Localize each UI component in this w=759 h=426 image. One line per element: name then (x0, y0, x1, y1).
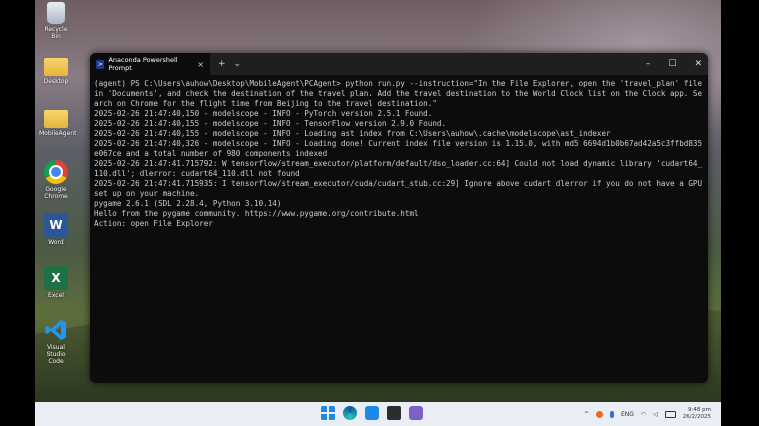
record-icon[interactable] (595, 410, 603, 418)
terminal-line: 2025-02-26 21:47:40,150 - modelscope - I… (94, 109, 433, 118)
desktop-icon-label: Recycle Bin (44, 26, 68, 40)
title-bar[interactable]: > Anaconda Powershell Prompt × + ⌄ – ☐ ✕ (90, 53, 708, 75)
terminal-window[interactable]: > Anaconda Powershell Prompt × + ⌄ – ☐ ✕… (90, 53, 708, 383)
microphone-icon[interactable] (609, 410, 614, 418)
clock-date: 26/2/2025 (682, 414, 711, 420)
terminal-taskbar-icon[interactable] (387, 406, 401, 420)
desktop: Recycle Bin Desktop MobileAgent Google C… (35, 0, 721, 426)
close-button[interactable]: ✕ (694, 59, 702, 69)
desktop-icon-mobileagent-folder[interactable]: MobileAgent (39, 106, 77, 137)
recycle-bin-icon (47, 2, 65, 24)
desktop-icon-recycle-bin[interactable]: Recycle Bin (39, 2, 73, 40)
desktop-icon-label: Desktop (43, 78, 69, 85)
terminal-line: Hello from the pygame community. https:/… (94, 209, 419, 218)
edge-icon[interactable] (343, 406, 357, 420)
vscode-icon (44, 318, 68, 342)
tab-title: Anaconda Powershell Prompt (108, 56, 178, 72)
tab-anaconda-prompt[interactable]: > Anaconda Powershell Prompt × (90, 53, 210, 75)
chrome-icon (44, 160, 68, 184)
desktop-icon-desktop-folder[interactable]: Desktop (39, 54, 73, 85)
desktop-icon-label: Visual Studio Code (46, 344, 66, 365)
system-tray: ^ ENG ◠ ◁ 9:48 pm 26/2/2025 (584, 402, 711, 426)
desktop-icon-word[interactable]: W Word (39, 213, 73, 246)
terminal-line: 2025-02-26 21:47:40,326 - modelscope - I… (94, 139, 703, 158)
desktop-icon-vscode[interactable]: Visual Studio Code (39, 318, 73, 365)
terminal-line: 2025-02-26 21:47:40,155 - modelscope - I… (94, 119, 447, 128)
battery-icon[interactable] (664, 410, 676, 418)
language-indicator[interactable]: ENG (621, 411, 634, 418)
new-tab-button[interactable]: + (218, 59, 226, 69)
desktop-icon-label: Google Chrome (44, 186, 68, 200)
terminal-line: 2025-02-26 21:47:41.715792: W tensorflow… (94, 159, 703, 178)
wifi-icon[interactable]: ◠ (641, 411, 646, 418)
clock[interactable]: 9:48 pm 26/2/2025 (683, 407, 711, 421)
desktop-icon-chrome[interactable]: Google Chrome (39, 160, 73, 200)
tray-chevron-icon[interactable]: ^ (584, 411, 589, 418)
terminal-line: (agent) PS C:\Users\auhow\Desktop\Mobile… (94, 79, 707, 108)
terminal-line: 2025-02-26 21:47:41.715935: I tensorflow… (94, 179, 707, 198)
desktop-icon-label: MobileAgent (39, 130, 77, 137)
start-button-windows-icon[interactable] (321, 406, 335, 420)
terminal-line: pygame 2.6.1 (SDL 2.28.4, Python 3.10.14… (94, 199, 282, 208)
powershell-icon: > (96, 59, 105, 69)
desktop-icon-label: Excel (48, 292, 64, 299)
terminal-line: Action: open File Explorer (94, 219, 213, 228)
maximize-button[interactable]: ☐ (668, 59, 676, 69)
folder-icon (44, 110, 68, 128)
terminal-line: 2025-02-26 21:47:40,155 - modelscope - I… (94, 129, 611, 138)
minimize-button[interactable]: – (646, 59, 651, 69)
volume-icon[interactable]: ◁ (653, 411, 658, 418)
desktop-icon-label: Word (48, 239, 64, 246)
excel-icon: X (44, 266, 68, 290)
vscode-taskbar-icon[interactable] (365, 406, 379, 420)
app-taskbar-icon[interactable] (409, 406, 423, 420)
folder-icon (44, 58, 68, 76)
taskbar: ^ ENG ◠ ◁ 9:48 pm 26/2/2025 (35, 402, 721, 426)
desktop-icon-excel[interactable]: X Excel (39, 266, 73, 299)
terminal-output[interactable]: (agent) PS C:\Users\auhow\Desktop\Mobile… (90, 75, 708, 233)
tab-close-icon[interactable]: × (197, 60, 204, 69)
word-icon: W (44, 213, 68, 237)
tab-dropdown-button[interactable]: ⌄ (234, 59, 242, 69)
clock-time: 9:48 pm (688, 407, 711, 413)
